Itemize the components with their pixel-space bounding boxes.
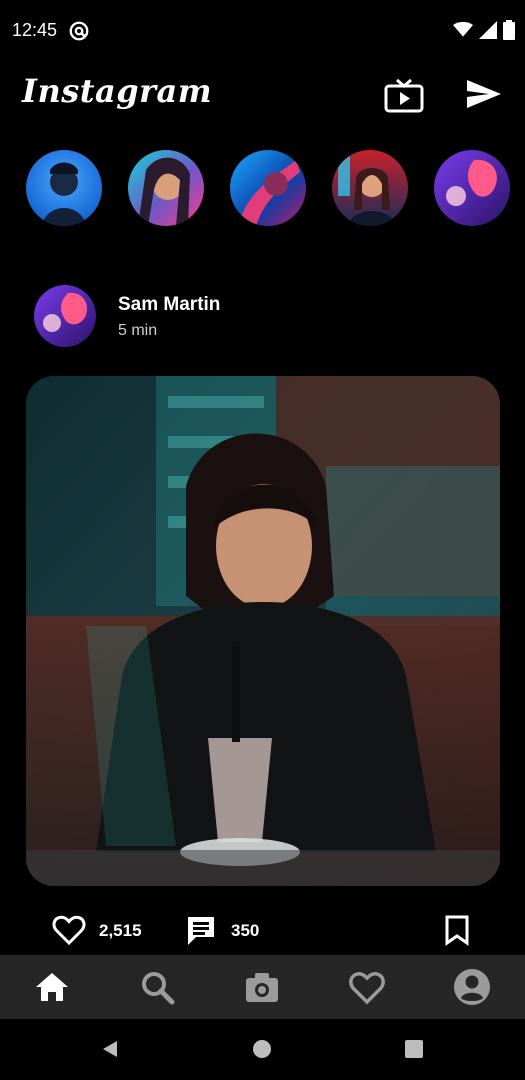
- post-header: Sam Martin 5 min: [0, 282, 525, 352]
- status-bar: 12:45: [0, 0, 525, 64]
- signal-icon: [479, 21, 497, 39]
- send-icon[interactable]: [464, 76, 504, 112]
- battery-icon: [503, 20, 515, 40]
- post-image[interactable]: [26, 376, 500, 886]
- heart-outline-icon[interactable]: [52, 914, 86, 946]
- recents-icon[interactable]: [404, 1039, 424, 1059]
- back-icon[interactable]: [101, 1039, 121, 1059]
- instagram-logo: Instagram: [22, 72, 213, 110]
- story-avatar-4[interactable]: [332, 150, 408, 226]
- story-avatar-3-image: [230, 150, 306, 226]
- at-sign-icon: [69, 21, 89, 41]
- story-avatar-1-image: [26, 150, 102, 226]
- post-actions: 2,515 350: [0, 906, 525, 956]
- search-icon[interactable]: [137, 967, 177, 1007]
- story-avatar-2[interactable]: [128, 150, 204, 226]
- story-avatar-2-image: [128, 150, 204, 226]
- comment-icon[interactable]: [184, 913, 218, 947]
- post-username[interactable]: Sam Martin: [118, 294, 220, 316]
- post-avatar-image: [34, 285, 96, 347]
- bookmark-icon[interactable]: [444, 914, 470, 946]
- comments-count: 350: [231, 921, 260, 940]
- likes-count: 2,515: [99, 921, 142, 940]
- status-time: 12:45: [12, 20, 58, 40]
- igtv-icon[interactable]: [383, 76, 425, 114]
- home-circle-icon[interactable]: [252, 1039, 272, 1059]
- post-photo: [26, 376, 500, 886]
- status-right-icons: [453, 20, 515, 40]
- story-avatar-4-image: [332, 150, 408, 226]
- app-header: Instagram: [0, 64, 525, 128]
- heart-icon[interactable]: [347, 967, 387, 1007]
- story-avatar-5[interactable]: [434, 150, 510, 226]
- wifi-icon: [453, 21, 473, 37]
- story-avatar-3[interactable]: [230, 150, 306, 226]
- home-icon[interactable]: [32, 967, 72, 1007]
- post-avatar[interactable]: [34, 285, 96, 347]
- bottom-nav: [0, 955, 525, 1019]
- story-avatar-1[interactable]: [26, 150, 102, 226]
- profile-icon[interactable]: [452, 967, 492, 1007]
- system-nav: [0, 1019, 525, 1080]
- camera-icon[interactable]: [242, 967, 282, 1007]
- stories-row: [0, 150, 525, 230]
- story-avatar-5-image: [434, 150, 510, 226]
- post-time: 5 min: [118, 322, 158, 339]
